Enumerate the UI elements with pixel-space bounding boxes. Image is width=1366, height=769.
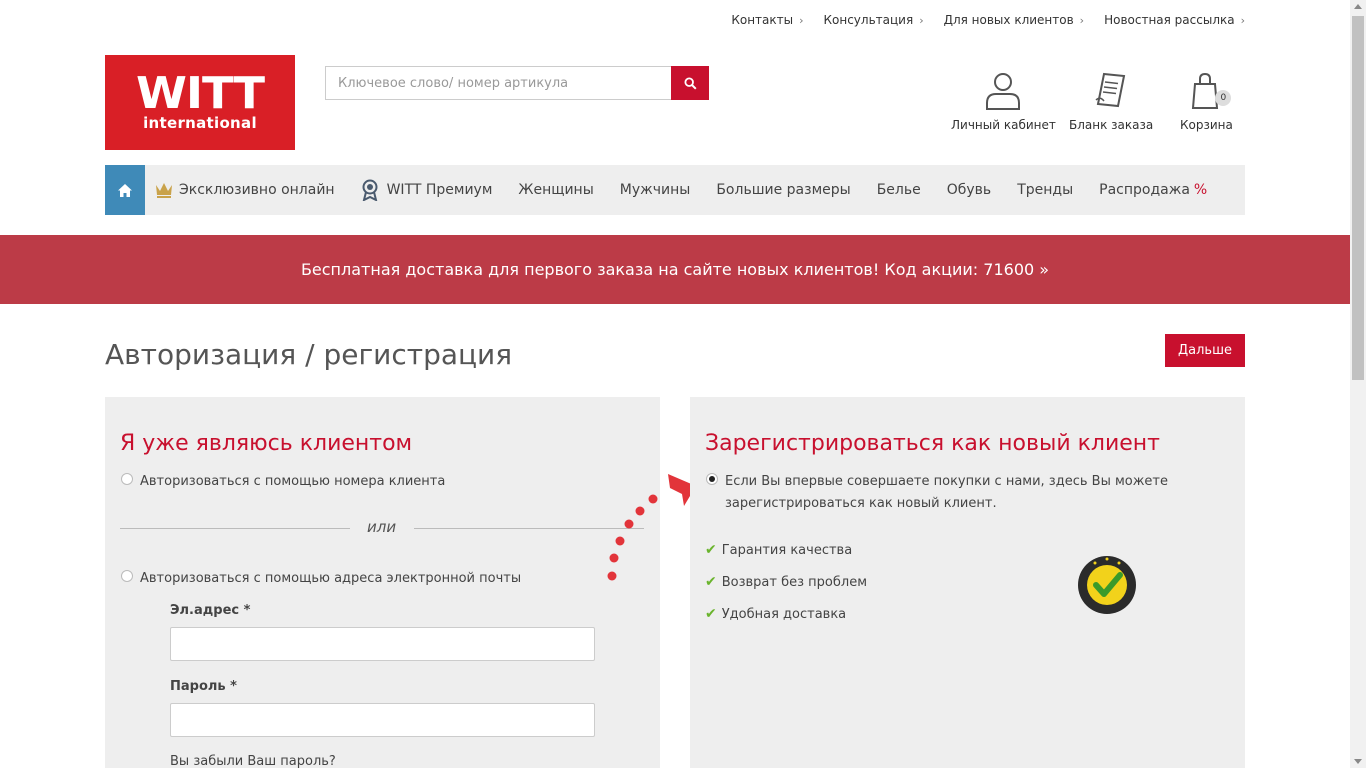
radio-email[interactable] bbox=[121, 570, 133, 582]
register-text-line1: Если Вы впервые совершаете покупки с нам… bbox=[725, 474, 1169, 489]
search-input[interactable] bbox=[325, 66, 671, 100]
email-field[interactable] bbox=[170, 627, 595, 661]
order-form-link[interactable]: Бланк заказа bbox=[1069, 70, 1153, 132]
divider-left bbox=[120, 528, 350, 529]
user-icon bbox=[986, 73, 1021, 110]
radio-customer-number[interactable] bbox=[121, 473, 133, 485]
cart-count-badge: 0 bbox=[1215, 90, 1232, 106]
nav-item-exclusive-online[interactable]: Эксклюзивно онлайн bbox=[145, 165, 348, 215]
page-title: Авторизация / регистрация bbox=[105, 338, 513, 371]
witt-logo[interactable]: WITT international bbox=[105, 55, 295, 150]
nav-item-witt-premium[interactable]: WITT Премиум bbox=[348, 165, 506, 215]
password-label: Пароль * bbox=[170, 679, 237, 694]
radio-customer-number-label[interactable]: Авторизоваться с помощью номера клиента bbox=[140, 474, 445, 489]
nav-item-sale[interactable]: Распродажа% bbox=[1086, 165, 1220, 215]
nav-item-trends[interactable]: Тренды bbox=[1004, 165, 1086, 215]
top-utility-links: Контакты › Консультация › Для новых клиент… bbox=[711, 13, 1245, 27]
account-link[interactable]: Личный кабинет bbox=[951, 70, 1056, 132]
link-new-customers[interactable]: Для новых клиентов › bbox=[944, 13, 1084, 27]
search-icon bbox=[683, 76, 697, 90]
register-panel: Зарегистрироваться как новый клиент Если… bbox=[690, 397, 1245, 768]
search-button[interactable] bbox=[671, 66, 709, 100]
benefit-item: ✔ Возврат без проблем bbox=[705, 574, 868, 590]
nav-item-lingerie[interactable]: Белье bbox=[864, 165, 934, 215]
crown-icon bbox=[156, 183, 172, 198]
nav-item-plus-sizes[interactable]: Большие размеры bbox=[703, 165, 863, 215]
quality-seal-icon bbox=[1078, 556, 1136, 614]
award-icon bbox=[362, 179, 378, 201]
home-icon bbox=[118, 183, 132, 197]
link-contacts[interactable]: Контакты › bbox=[731, 13, 803, 27]
scroll-down-icon[interactable] bbox=[1354, 759, 1362, 764]
nav-item-men[interactable]: Мужчины bbox=[607, 165, 704, 215]
home-button[interactable] bbox=[105, 165, 145, 215]
radio-register[interactable] bbox=[706, 473, 718, 485]
register-heading: Зарегистрироваться как новый клиент bbox=[705, 431, 1160, 456]
benefit-item: ✔ Удобная доставка bbox=[705, 606, 847, 622]
promo-banner[interactable]: Бесплатная доставка для первого заказа н… bbox=[0, 235, 1350, 304]
chevron-right-icon: › bbox=[799, 14, 804, 27]
check-icon: ✔ bbox=[705, 574, 717, 590]
next-button[interactable]: Дальше bbox=[1165, 334, 1245, 367]
main-nav: Эксклюзивно онлайн WITT Премиум Женщины … bbox=[105, 165, 1245, 215]
chevron-right-icon: › bbox=[1079, 14, 1085, 27]
nav-item-women[interactable]: Женщины bbox=[505, 165, 606, 215]
search-bar bbox=[325, 66, 711, 100]
link-newsletter[interactable]: Новостная рассылка › bbox=[1104, 13, 1245, 27]
register-text-line2: зарегистрироваться как новый клиент. bbox=[725, 496, 997, 511]
scroll-up-icon[interactable] bbox=[1354, 4, 1362, 9]
link-consultation[interactable]: Консультация › bbox=[824, 13, 924, 27]
benefit-item: ✔ Гарантия качества bbox=[705, 542, 853, 558]
page-scrollbar[interactable] bbox=[1350, 0, 1366, 768]
order-form-icon bbox=[1095, 72, 1126, 108]
email-label: Эл.адрес * bbox=[170, 603, 251, 618]
or-text: или bbox=[367, 518, 397, 536]
forgot-password-link[interactable]: Вы забыли Ваш пароль? bbox=[170, 754, 336, 769]
chevron-right-icon: › bbox=[919, 14, 924, 27]
radio-email-label[interactable]: Авторизоваться с помощью адреса электрон… bbox=[140, 571, 521, 586]
chevron-right-icon: › bbox=[1240, 14, 1245, 27]
check-icon: ✔ bbox=[705, 606, 717, 622]
existing-customer-heading: Я уже являюсь клиентом bbox=[120, 431, 413, 456]
scrollbar-thumb[interactable] bbox=[1352, 16, 1364, 380]
sale-percent-badge: % bbox=[1193, 182, 1208, 198]
existing-customer-panel: Я уже являюсь клиентом Авторизоваться с … bbox=[105, 397, 660, 769]
nav-item-shoes[interactable]: Обувь bbox=[934, 165, 1004, 215]
cart-link[interactable]: 0 Корзина bbox=[1180, 70, 1233, 132]
check-icon: ✔ bbox=[705, 542, 717, 558]
password-field[interactable] bbox=[170, 703, 595, 737]
